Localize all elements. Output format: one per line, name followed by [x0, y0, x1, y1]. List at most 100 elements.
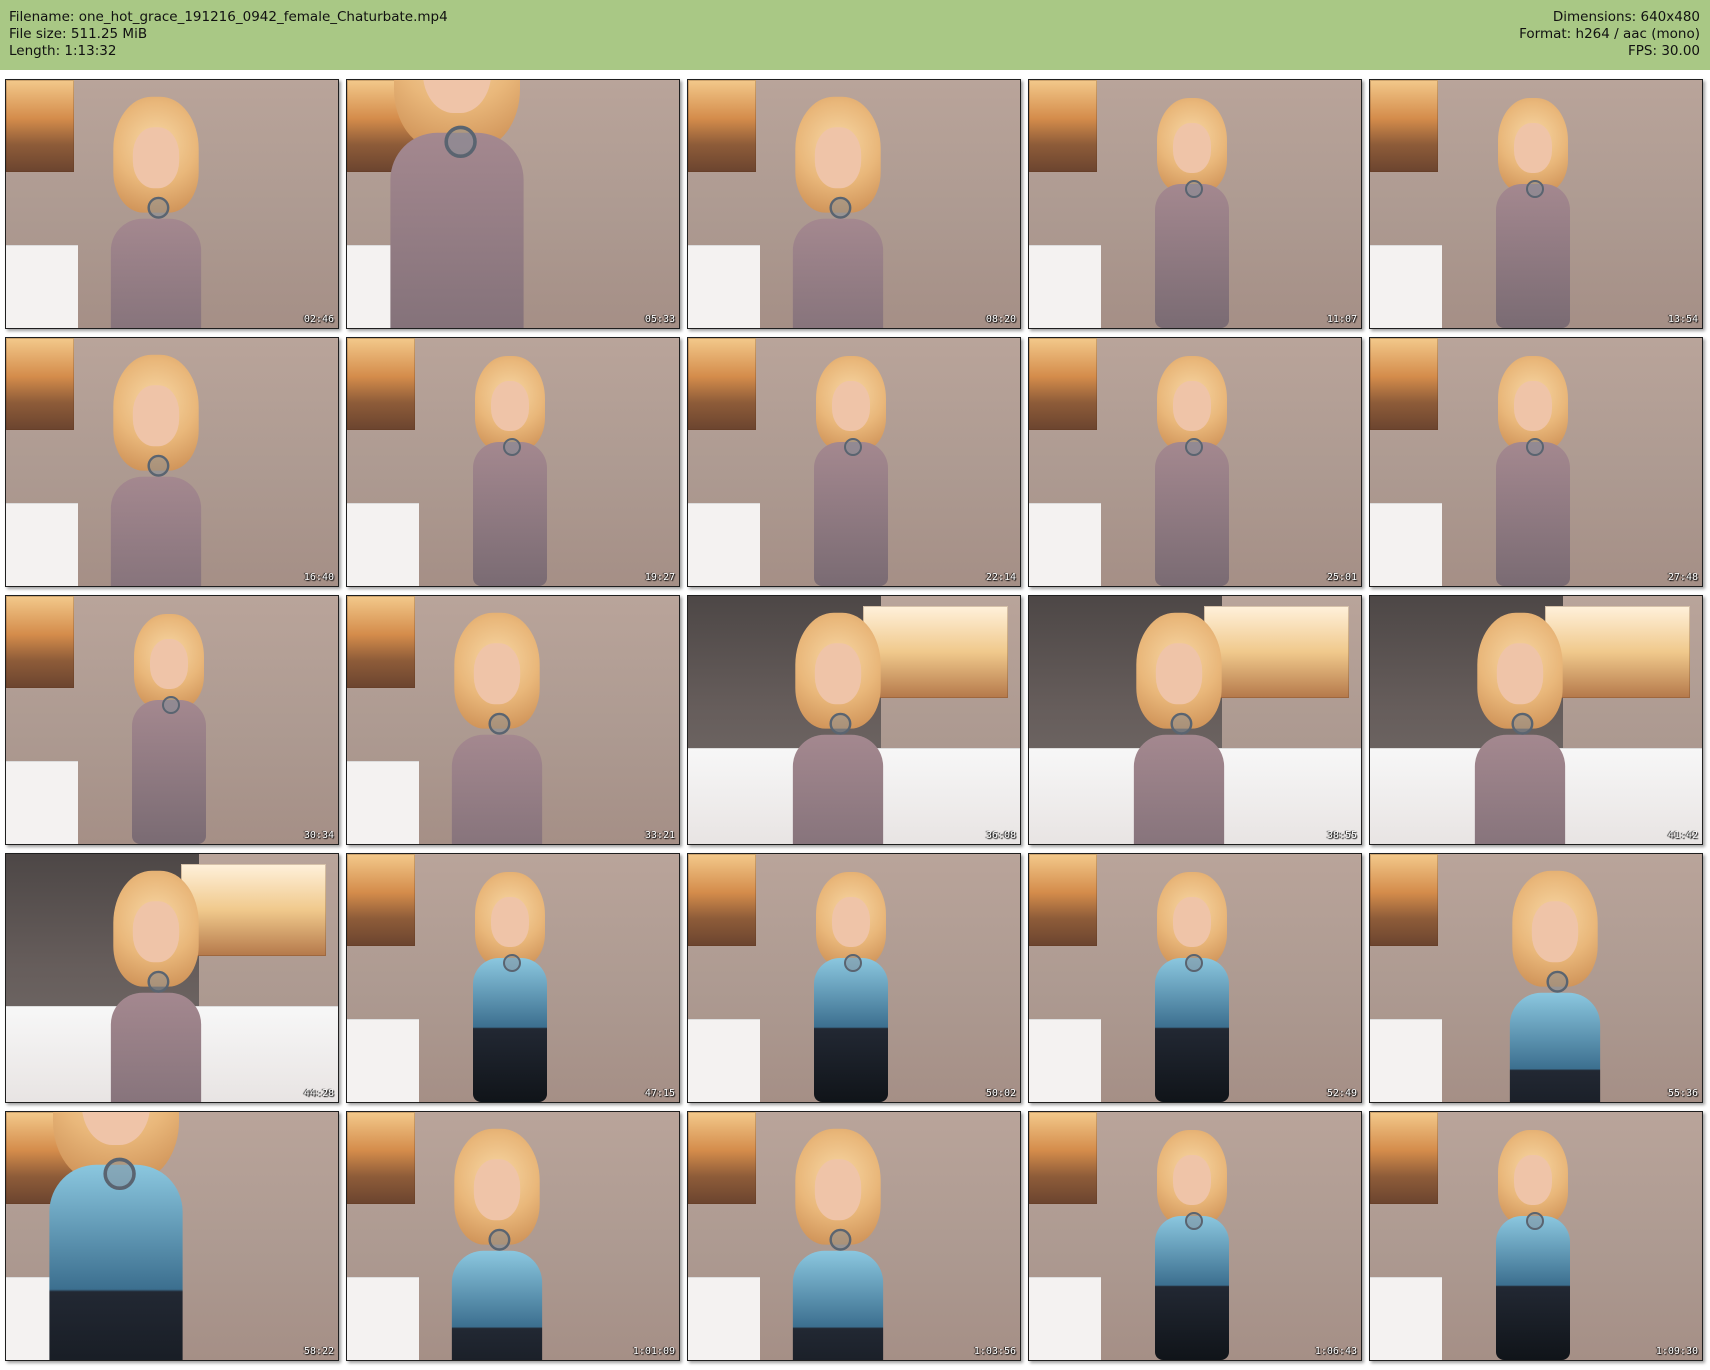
- wall-painting: [6, 338, 74, 430]
- thumbnail-grid: 02:46 05:33 08:20 11:07 13:54 16:40 19:27 22:14…: [5, 79, 1705, 1365]
- person-figure: [1478, 356, 1588, 586]
- bed-area: [1029, 1019, 1101, 1102]
- clothing-shape: [132, 700, 206, 844]
- bed-area: [1029, 503, 1101, 586]
- wall-painting: [347, 1112, 415, 1204]
- thumbnail-timestamp: 33:21: [644, 830, 675, 841]
- video-thumbnail[interactable]: 05:33: [346, 79, 680, 329]
- video-thumbnail[interactable]: 16:40: [5, 337, 339, 587]
- face-shape: [491, 897, 529, 947]
- video-thumbnail[interactable]: 27:48: [1369, 337, 1703, 587]
- clothing-shape: [451, 734, 543, 844]
- thumbnail-timestamp: 19:27: [644, 572, 675, 583]
- video-thumbnail[interactable]: 08:20: [687, 79, 1021, 329]
- video-thumbnail[interactable]: 36:08: [687, 595, 1021, 845]
- thumbnail-timestamp: 27:48: [1667, 572, 1698, 583]
- necklace-icon: [844, 438, 862, 456]
- bed-area: [1370, 245, 1442, 328]
- video-thumbnail[interactable]: 1:09:30: [1369, 1111, 1703, 1361]
- video-thumbnail[interactable]: 55:36: [1369, 853, 1703, 1103]
- bed-area: [1370, 1019, 1442, 1102]
- person-figure: [796, 356, 906, 586]
- clothing-shape: [792, 734, 884, 844]
- video-thumbnail[interactable]: 1:03:56: [687, 1111, 1021, 1361]
- necklace-icon: [488, 712, 511, 735]
- thumbnail-timestamp: 1:01:09: [632, 1346, 675, 1357]
- bed-area: [6, 503, 78, 586]
- video-thumbnail[interactable]: 02:46: [5, 79, 339, 329]
- face-shape: [132, 385, 180, 447]
- video-thumbnail[interactable]: 22:14: [687, 337, 1021, 587]
- video-thumbnail[interactable]: 33:21: [346, 595, 680, 845]
- person-figure: [771, 612, 905, 844]
- person-figure: [1137, 98, 1247, 328]
- face-shape: [132, 127, 180, 189]
- person-figure: [771, 96, 905, 328]
- necklace-icon: [844, 954, 862, 972]
- format-text: Format: h264 / aac (mono): [1519, 26, 1700, 42]
- clothing-shape: [1133, 734, 1225, 844]
- wall-painting: [688, 854, 756, 946]
- clothing-shape: [1474, 734, 1566, 844]
- thumbnail-timestamp: 08:20: [985, 314, 1016, 325]
- person-figure: [455, 356, 565, 586]
- bed-area: [1029, 245, 1101, 328]
- clothing-shape: [49, 1164, 183, 1360]
- thumbnail-timestamp: 52:49: [1326, 1088, 1357, 1099]
- thumbnail-timestamp: 38:55: [1326, 830, 1357, 841]
- clothing-shape: [110, 992, 202, 1102]
- video-thumbnail[interactable]: 58:22: [5, 1111, 339, 1361]
- bed-area: [1029, 1277, 1101, 1360]
- clothing-shape: [1509, 992, 1601, 1102]
- necklace-icon: [103, 1157, 136, 1190]
- thumbnail-timestamp: 44:28: [303, 1088, 334, 1099]
- video-thumbnail[interactable]: 41:42: [1369, 595, 1703, 845]
- face-shape: [814, 1159, 862, 1221]
- thumbnail-timestamp: 11:07: [1326, 314, 1357, 325]
- metadata-header: Filename: one_hot_grace_191216_0942_fema…: [0, 0, 1710, 70]
- necklace-icon: [162, 696, 180, 714]
- necklace-icon: [1526, 1212, 1544, 1230]
- video-thumbnail[interactable]: 19:27: [346, 337, 680, 587]
- clothing-shape: [473, 958, 547, 1102]
- video-thumbnail[interactable]: 38:55: [1028, 595, 1362, 845]
- wall-painting: [1370, 80, 1438, 172]
- person-figure: [796, 872, 906, 1102]
- person-figure: [358, 80, 556, 328]
- thumbnail-timestamp: 16:40: [303, 572, 334, 583]
- wall-painting: [1370, 1112, 1438, 1204]
- video-thumbnail[interactable]: 13:54: [1369, 79, 1703, 329]
- person-figure: [455, 872, 565, 1102]
- wall-painting: [688, 338, 756, 430]
- wall-painting: [6, 596, 74, 688]
- video-thumbnail[interactable]: 1:06:43: [1028, 1111, 1362, 1361]
- video-thumbnail[interactable]: 52:49: [1028, 853, 1362, 1103]
- necklace-icon: [829, 1228, 852, 1251]
- video-thumbnail[interactable]: 1:01:09: [346, 1111, 680, 1361]
- face-shape: [491, 381, 529, 431]
- person-figure: [1137, 1130, 1247, 1360]
- person-figure: [1112, 612, 1246, 844]
- person-figure: [89, 354, 223, 586]
- face-shape: [832, 381, 870, 431]
- video-thumbnail[interactable]: 47:15: [346, 853, 680, 1103]
- clothing-shape: [792, 218, 884, 328]
- bed-area: [347, 761, 419, 844]
- necklace-icon: [503, 438, 521, 456]
- necklace-icon: [1546, 970, 1569, 993]
- necklace-icon: [1170, 712, 1193, 735]
- video-thumbnail[interactable]: 30:34: [5, 595, 339, 845]
- necklace-icon: [147, 970, 170, 993]
- face-shape: [814, 643, 862, 705]
- face-shape: [132, 901, 180, 963]
- video-thumbnail[interactable]: 11:07: [1028, 79, 1362, 329]
- thumbnail-timestamp: 1:09:30: [1655, 1346, 1698, 1357]
- wall-painting: [1029, 338, 1097, 430]
- wall-painting: [688, 80, 756, 172]
- video-thumbnail[interactable]: 50:02: [687, 853, 1021, 1103]
- wall-painting: [1370, 338, 1438, 430]
- person-figure: [1137, 356, 1247, 586]
- video-thumbnail[interactable]: 44:28: [5, 853, 339, 1103]
- bed-area: [1370, 1277, 1442, 1360]
- video-thumbnail[interactable]: 25:01: [1028, 337, 1362, 587]
